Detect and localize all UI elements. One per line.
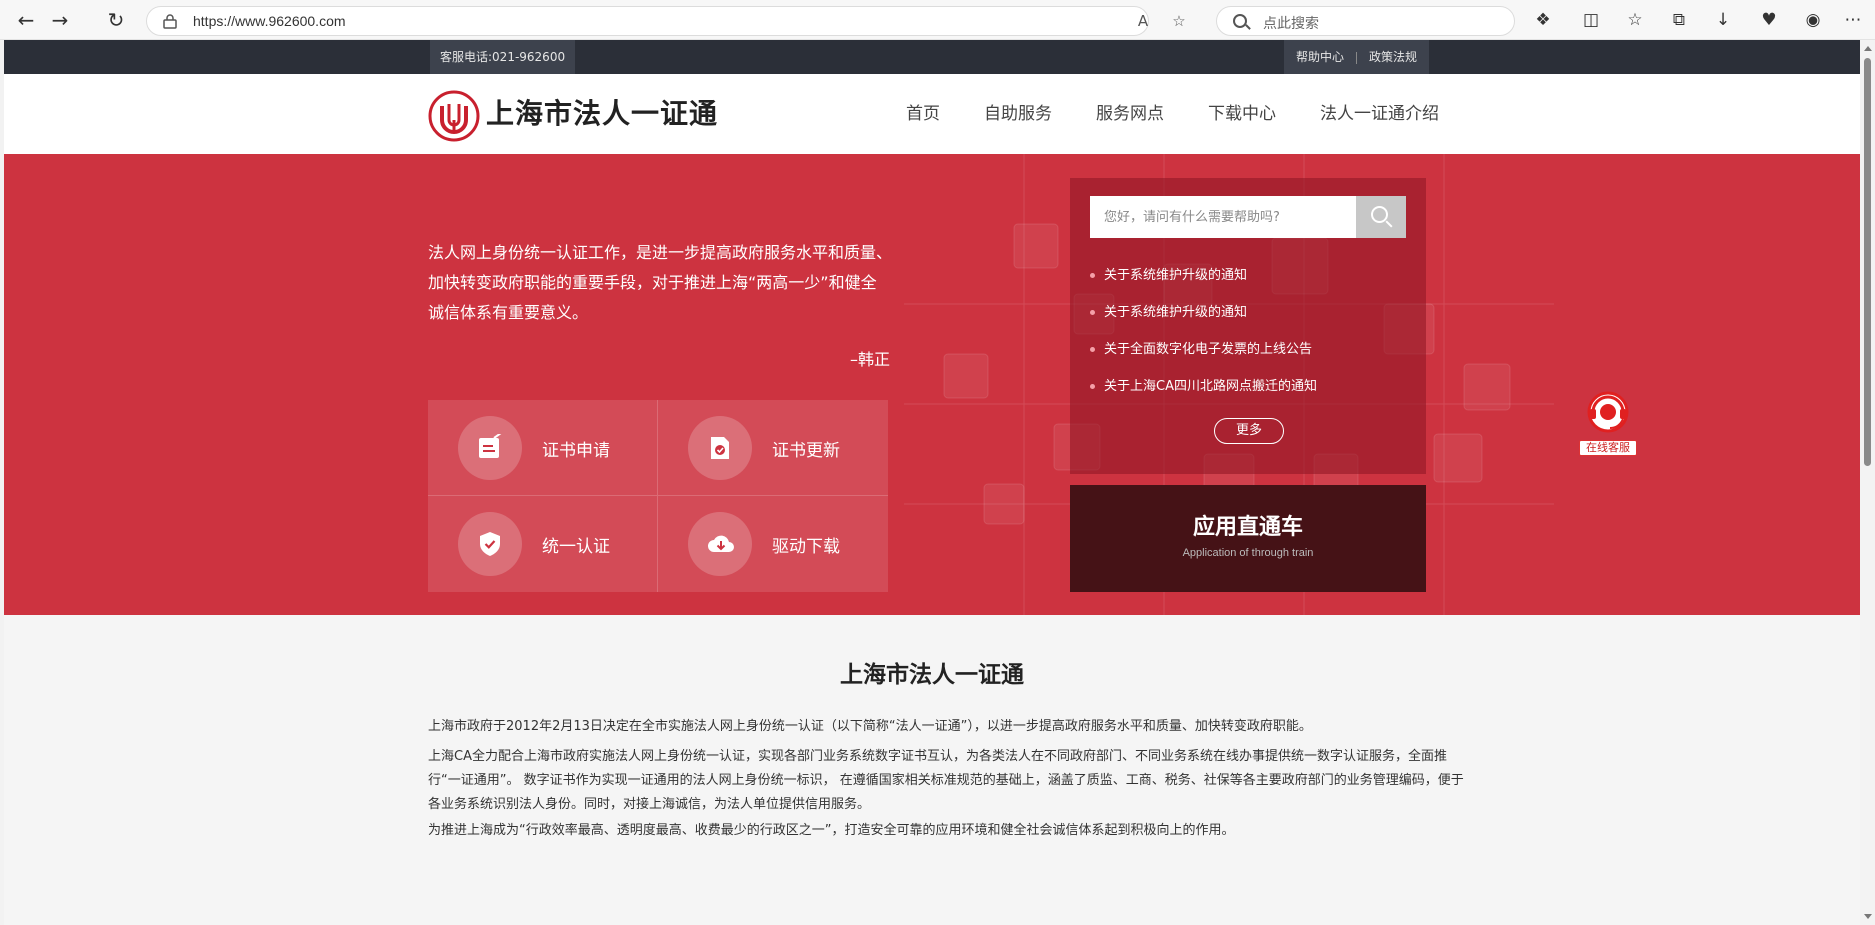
browser-search-box[interactable]: 点此搜索 xyxy=(1216,6,1515,36)
refresh-icon[interactable]: ↻ xyxy=(104,8,128,32)
brand-name[interactable]: 上海市法人一证通 xyxy=(486,92,718,136)
scroll-up-arrow-icon[interactable] xyxy=(1864,46,1872,51)
certificate-apply-icon xyxy=(458,416,522,480)
help-search-box xyxy=(1090,196,1406,238)
news-panel: 关于系统维护升级的通知 关于系统维护升级的通知 关于全面数字化电子发票的上线公告… xyxy=(1070,178,1426,474)
headset-agent-icon xyxy=(1587,391,1629,433)
read-aloud-icon[interactable]: A xyxy=(1134,12,1152,30)
policy-link[interactable]: 政策法规 xyxy=(1369,50,1417,64)
scrollbar-thumb[interactable] xyxy=(1864,58,1871,466)
intro-paragraph: 上海CA全力配合上海市政府实施法人网上身份统一认证，实现各部门业务系统数字证书互… xyxy=(428,749,1464,812)
news-item[interactable]: 关于全面数字化电子发票的上线公告 xyxy=(1090,338,1406,375)
more-news-button[interactable]: 更多 xyxy=(1214,418,1284,444)
certificate-update-icon xyxy=(688,416,752,480)
news-list: 关于系统维护升级的通知 关于系统维护升级的通知 关于全面数字化电子发票的上线公告… xyxy=(1090,264,1406,412)
certificate-update-button[interactable]: 证书更新 xyxy=(658,400,888,496)
collections-icon[interactable]: ⧉ xyxy=(1669,10,1689,30)
nav-home[interactable]: 首页 xyxy=(884,74,962,154)
main-nav: 首页 自助服务 服务网点 下载中心 法人一证通介绍 xyxy=(884,74,1461,154)
hero-banner: 法人网上身份统一认证工作，是进一步提高政府服务水平和质量、加快转变政府职能的重要… xyxy=(4,154,1860,615)
customer-service-label: 在线客服 xyxy=(1579,440,1637,456)
split-screen-icon[interactable]: ◫ xyxy=(1581,10,1601,30)
more-options-icon[interactable]: ⋯ xyxy=(1843,10,1863,30)
logo-icon[interactable] xyxy=(428,90,480,142)
nav-download-center[interactable]: 下载中心 xyxy=(1186,74,1298,154)
back-arrow-icon[interactable]: ← xyxy=(14,8,38,32)
url-text[interactable]: https://www.962600.com xyxy=(193,13,346,29)
intro-paragraph: 上海市政府于2012年2月13日决定在全市实施法人网上身份统一认证（以下简称“法… xyxy=(428,719,1312,734)
help-center-link[interactable]: 帮助中心 xyxy=(1296,50,1344,64)
app-entry-subtitle: Application of through train xyxy=(1182,547,1314,559)
online-customer-service[interactable]: 在线客服 xyxy=(1579,388,1637,462)
service-label: 证书更新 xyxy=(772,441,840,461)
shield-check-icon xyxy=(458,512,522,576)
downloads-icon[interactable]: ↓ xyxy=(1713,10,1733,30)
nav-self-service[interactable]: 自助服务 xyxy=(962,74,1074,154)
quote-author: –韩正 xyxy=(849,350,890,369)
hero-quote: 法人网上身份统一认证工作，是进一步提高政府服务水平和质量、加快转变政府职能的重要… xyxy=(428,243,893,322)
browser-search-placeholder: 点此搜索 xyxy=(1263,16,1319,32)
browser-essentials-icon[interactable]: ♥ xyxy=(1759,10,1779,30)
driver-download-button[interactable]: 驱动下载 xyxy=(658,496,888,592)
top-info-bar: 客服电话:021-962600 帮助中心 政策法规 xyxy=(4,40,1860,74)
page-scrollbar[interactable] xyxy=(1860,40,1875,925)
intro-title: 上海市法人一证通 xyxy=(840,662,1024,688)
forward-arrow-icon[interactable]: → xyxy=(48,8,72,32)
service-label: 证书申请 xyxy=(542,441,610,461)
search-icon xyxy=(1233,14,1247,28)
page-viewport: 客服电话:021-962600 帮助中心 政策法规 上海市法人一证通 首页 自助服… xyxy=(4,40,1860,925)
service-label: 统一认证 xyxy=(542,537,610,557)
lock-icon xyxy=(163,14,177,29)
site-header: 上海市法人一证通 首页 自助服务 服务网点 下载中心 法人一证通介绍 xyxy=(4,74,1860,154)
certificate-apply-button[interactable]: 证书申请 xyxy=(428,400,658,496)
cloud-download-icon xyxy=(688,512,752,576)
app-entry-title: 应用直通车 xyxy=(1192,515,1303,540)
intro-paragraph: 为推进上海成为“行政效率最高、透明度最高、收费最少的行政区之一”，打造安全可靠的… xyxy=(428,823,1235,838)
favorites-list-icon[interactable]: ☆ xyxy=(1625,10,1645,30)
extensions-icon[interactable]: ❖ xyxy=(1533,10,1553,30)
news-item[interactable]: 关于系统维护升级的通知 xyxy=(1090,264,1406,301)
address-bar[interactable]: https://www.962600.com A ☆ xyxy=(146,6,1186,36)
service-label: 驱动下载 xyxy=(772,537,840,557)
top-links: 帮助中心 政策法规 xyxy=(1284,40,1430,74)
news-item[interactable]: 关于系统维护升级的通知 xyxy=(1090,301,1406,338)
help-search-input[interactable] xyxy=(1090,196,1356,238)
edge-sidebar-icon[interactable]: ◉ xyxy=(1803,10,1823,30)
app-through-train-button[interactable]: 应用直通车 Application of through train xyxy=(1070,485,1426,592)
browser-toolbar: ← → ↻ https://www.962600.com A ☆ 点此搜索 ❖ … xyxy=(0,0,1875,40)
favorite-star-icon[interactable]: ☆ xyxy=(1170,12,1188,30)
intro-section: 上海市法人一证通 上海市政府于2012年2月13日决定在全市实施法人网上身份统一… xyxy=(4,615,1860,925)
search-button[interactable] xyxy=(1356,196,1406,238)
hotline-text: 客服电话:021-962600 xyxy=(430,40,576,74)
news-item[interactable]: 关于上海CA四川北路网点搬迁的通知 xyxy=(1090,375,1406,412)
unified-auth-button[interactable]: 统一认证 xyxy=(428,496,658,592)
service-grid: 证书申请 证书更新 统一认证 驱动下载 xyxy=(428,400,888,592)
scroll-down-arrow-icon[interactable] xyxy=(1864,914,1872,919)
nav-introduction[interactable]: 法人一证通介绍 xyxy=(1298,74,1461,154)
divider xyxy=(1356,51,1358,64)
nav-service-outlets[interactable]: 服务网点 xyxy=(1074,74,1186,154)
